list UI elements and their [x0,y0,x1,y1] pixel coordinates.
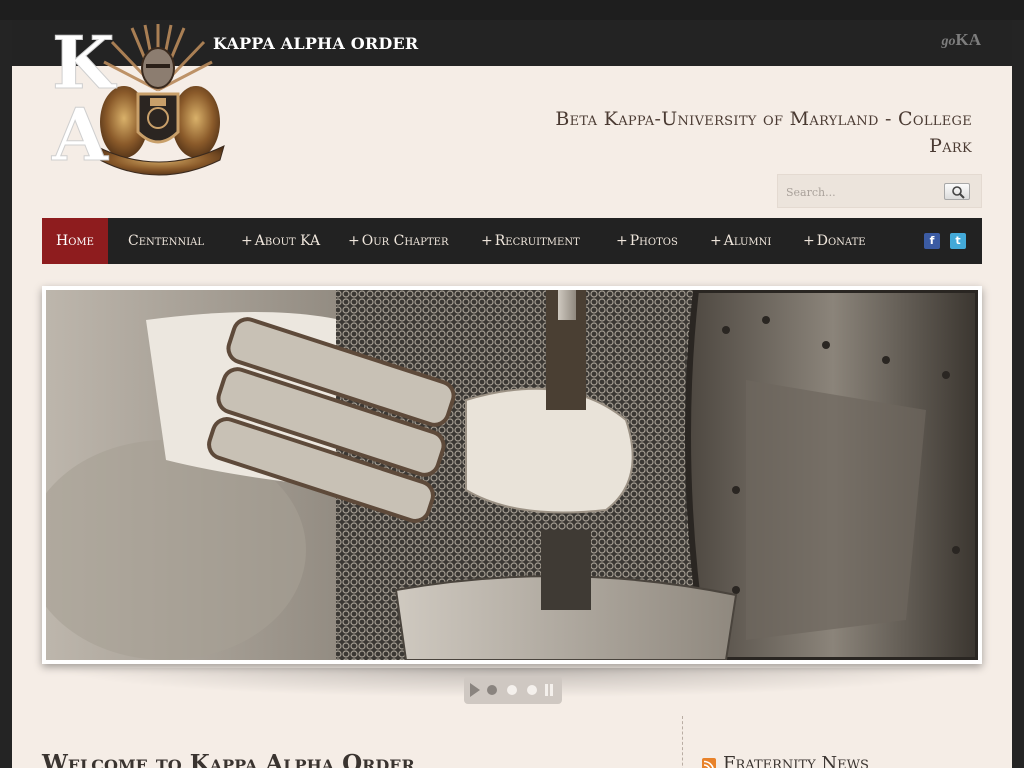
slide-dot-2[interactable] [507,685,517,695]
nav-item-about-ka[interactable]: + About KA [227,218,334,264]
plus-icon: + [803,233,815,249]
pause-icon[interactable] [545,684,553,696]
nav-item-label: Recruitment [494,233,580,249]
nav-item-label: Our Chapter [361,233,449,249]
goka-suffix: KA [955,30,982,49]
nav-item-label: Photos [629,233,678,249]
svg-text:A: A [51,92,109,177]
facebook-icon[interactable]: f [924,233,940,249]
slider-image [46,290,978,660]
nav-item-our-chapter[interactable]: + Our Chapter [334,218,463,264]
nav-item-home[interactable]: Home [42,218,108,264]
nav-item-photos[interactable]: + Photos [602,218,692,264]
play-icon[interactable] [470,683,480,697]
nav-item-label: Centennial [128,233,205,249]
main-nav: Home Centennial + About KA + Our Chapter +… [42,218,982,264]
search-icon [952,186,965,199]
nav-item-label: Home [56,233,94,249]
crest-image: K A [51,20,225,178]
nav-item-donate[interactable]: + Donate [789,218,880,264]
site-name[interactable]: KAPPA ALPHA ORDER [213,34,418,53]
nav-item-recruitment[interactable]: + Recruitment [467,218,594,264]
column-divider [682,716,683,768]
knight-armor-image [46,290,978,660]
crest-logo[interactable]: K A [50,20,235,182]
rss-icon[interactable] [702,758,716,768]
nav-item-alumni[interactable]: + Alumni [696,218,785,264]
nav-item-label: Donate [816,233,866,249]
twitter-icon[interactable]: t [950,233,966,249]
rss-glyph [703,760,714,768]
plus-icon: + [241,233,253,249]
nav-item-label: About KA [254,233,321,249]
chapter-title: Beta Kappa-University of Maryland - Coll… [555,108,972,157]
search-button[interactable] [944,183,970,200]
plus-icon: + [481,233,493,249]
plus-icon: + [348,233,360,249]
welcome-heading: Welcome to Kappa Alpha Order [42,750,415,768]
slider-controls [464,676,562,704]
page-wrapper: KAPPA ALPHA ORDER goKA K A Beta Kappa-Un… [12,20,1012,768]
page-top-strip [0,0,1024,20]
slide-dot-3[interactable] [527,685,537,695]
nav-item-centennial[interactable]: Centennial [114,218,218,264]
search-input[interactable] [786,184,936,200]
goka-prefix: go [941,34,956,49]
hero-slider[interactable] [42,286,982,664]
nav-item-label: Alumni [723,233,772,249]
slide-dot-1[interactable] [487,685,497,695]
goka-link[interactable]: goKA [942,30,982,50]
fraternity-news-heading[interactable]: Fraternity News [723,753,869,768]
plus-icon: + [710,233,722,249]
plus-icon: + [616,233,628,249]
search-box [777,174,982,208]
